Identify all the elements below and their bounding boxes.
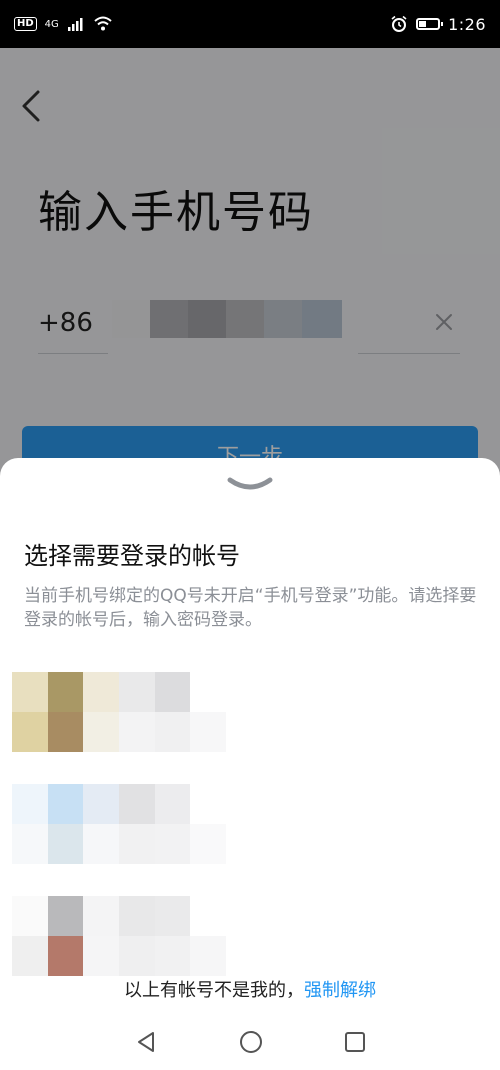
status-time: 1:26 — [448, 14, 486, 34]
square-recents-icon[interactable] — [343, 1030, 367, 1054]
battery-icon — [416, 18, 444, 30]
account-item[interactable] — [12, 672, 226, 752]
unbind-prefix: 以上有帐号不是我的， — [124, 980, 304, 1001]
chevron-down-icon[interactable] — [226, 472, 274, 496]
navigation-bar — [0, 1014, 500, 1070]
status-right: 1:26 — [390, 15, 486, 34]
hd-badge: HD — [14, 17, 37, 31]
force-unbind-link[interactable]: 强制解绑 — [304, 980, 376, 1001]
unbind-line: 以上有帐号不是我的，强制解绑 — [0, 976, 500, 1002]
status-left: HD 4G — [14, 16, 113, 32]
account-select-sheet: 选择需要登录的帐号 当前手机号绑定的QQ号未开启“手机号登录”功能。请选择要登录… — [0, 458, 500, 1070]
status-bar: HD 4G 1:26 — [0, 0, 500, 48]
network-label: 4G — [44, 18, 59, 30]
triangle-back-icon[interactable] — [133, 1029, 159, 1055]
circle-home-icon[interactable] — [237, 1028, 265, 1056]
wifi-icon — [94, 16, 112, 31]
account-item[interactable] — [12, 784, 226, 864]
alarm-icon — [391, 15, 407, 32]
signal-icon — [67, 18, 83, 31]
sheet-description: 当前手机号绑定的QQ号未开启“手机号登录”功能。请选择要登录的帐号后，输入密码登… — [24, 586, 477, 630]
account-list — [12, 672, 232, 1008]
account-item[interactable] — [12, 896, 226, 976]
sheet-title: 选择需要登录的帐号 — [24, 542, 240, 570]
